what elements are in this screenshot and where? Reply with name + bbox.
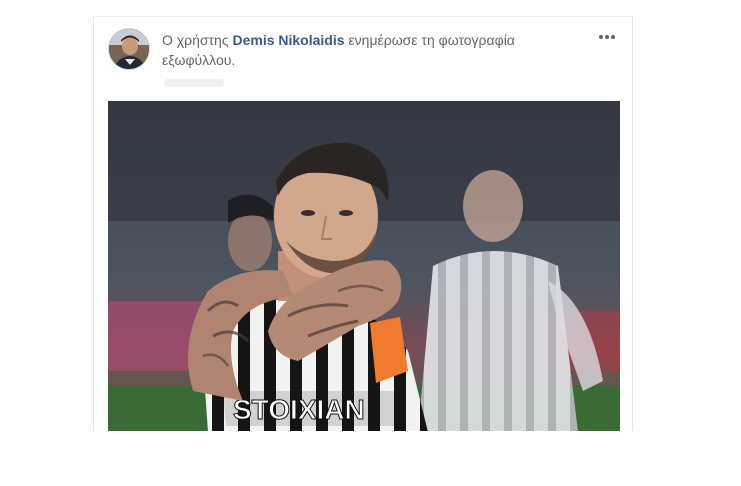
feed-post-card: Ο χρήστης Demis Nikolaidis ενημέρωσε τη … (93, 16, 633, 431)
author-avatar[interactable] (108, 28, 150, 70)
author-name-link[interactable]: Demis Nikolaidis (232, 32, 344, 48)
cover-photo[interactable]: STOIXIAN (108, 101, 620, 431)
more-horizontal-icon (598, 35, 616, 39)
cover-photo-image: STOIXIAN (108, 101, 620, 431)
author-prefix: Ο χρήστης (162, 32, 229, 48)
post-header-text: Ο χρήστης Demis Nikolaidis ενημέρωσε τη … (162, 30, 572, 70)
more-options-button[interactable] (594, 27, 620, 47)
avatar-image (109, 29, 149, 69)
timestamp-placeholder (164, 79, 224, 87)
jersey-sponsor-text: STOIXIAN (233, 394, 365, 425)
